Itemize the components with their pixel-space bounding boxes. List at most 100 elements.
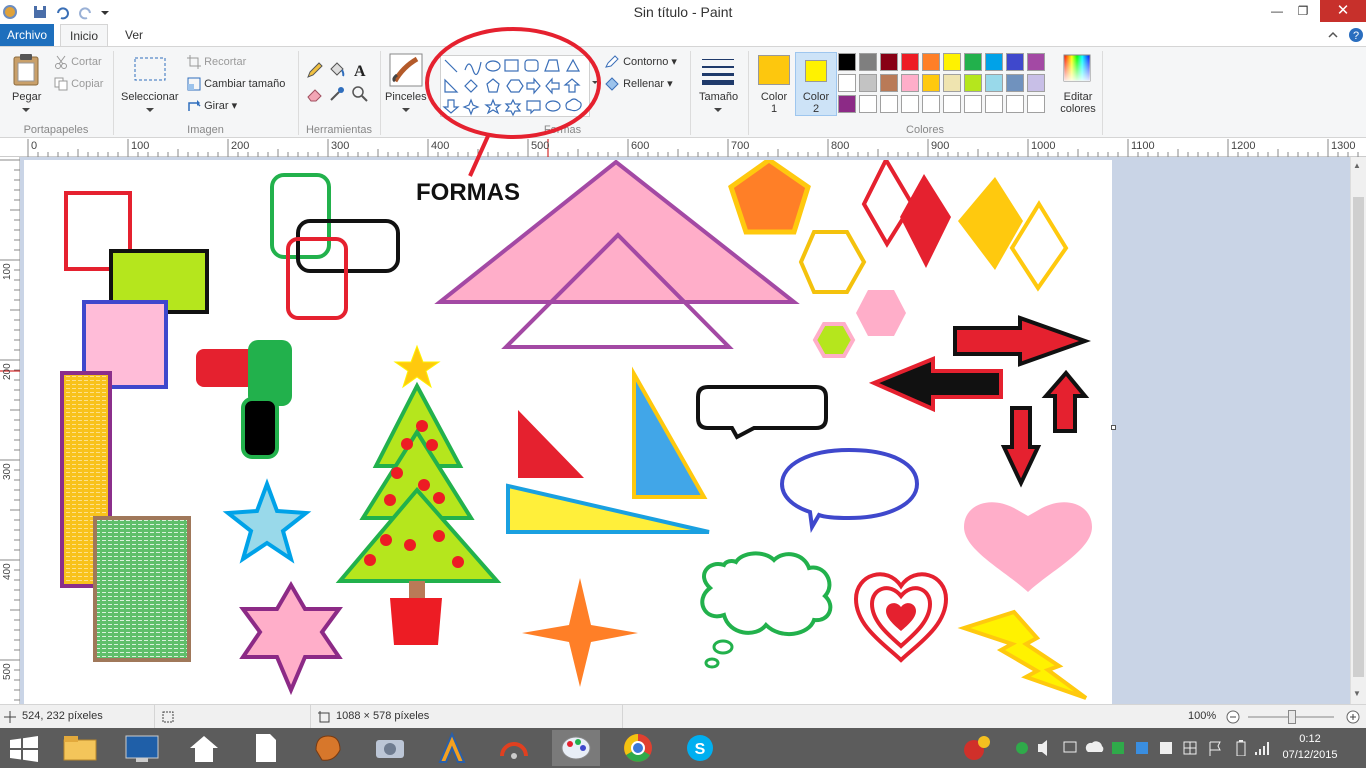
group-divider [1102, 51, 1103, 135]
rectangle-shape-icon [504, 59, 519, 72]
maximize-button[interactable]: ❐ [1288, 0, 1318, 22]
rotate-button[interactable]: Girar ▾ [187, 99, 237, 113]
zoom-out-icon[interactable] [1225, 709, 1241, 725]
paint-taskbar-icon[interactable] [552, 730, 600, 766]
palette-swatch[interactable] [922, 53, 940, 71]
cloud-callout-shape-icon [565, 98, 582, 112]
cut-button[interactable]: Cortar [54, 55, 102, 69]
select-button[interactable]: Seleccionar [121, 91, 178, 103]
lenovo-app-icon[interactable] [118, 730, 166, 766]
notification-alert-icon[interactable] [960, 734, 996, 762]
color2-button[interactable]: Color 2 [795, 52, 837, 116]
windows-start-icon[interactable] [10, 736, 38, 762]
zoom-in-icon[interactable] [1345, 709, 1361, 725]
black-left-arrow [868, 356, 1003, 413]
shapes-more-icon[interactable] [591, 77, 599, 89]
brushes-button[interactable]: Pinceles [385, 91, 427, 103]
color1-button[interactable]: Color 1 [755, 53, 793, 115]
palette-swatch[interactable] [859, 53, 877, 71]
edit-colors-button[interactable]: Editar colores [1058, 91, 1098, 115]
black-rounded-block [241, 397, 279, 459]
scroll-up-icon[interactable]: ▲ [1353, 161, 1361, 170]
close-button[interactable]: ✕ [1320, 0, 1366, 22]
palette-swatch[interactable] [985, 74, 1003, 92]
skype-icon[interactable]: S [676, 730, 724, 766]
left-arrow-shape-icon [545, 77, 560, 95]
palette-swatch[interactable] [1006, 74, 1024, 92]
copy-button[interactable]: Copiar [54, 77, 103, 91]
eraser-icon[interactable] [306, 85, 324, 103]
canvas-resize-handle[interactable] [1111, 425, 1116, 430]
ruler-tick-label: 1200 [1231, 140, 1256, 152]
palette-swatch[interactable] [901, 53, 919, 71]
palette-swatch[interactable] [838, 74, 856, 92]
palette-swatch[interactable] [880, 95, 898, 113]
baseball-glove-icon[interactable] [304, 730, 352, 766]
palette-swatch[interactable] [943, 95, 961, 113]
palette-swatch[interactable] [1027, 74, 1045, 92]
palette-swatch[interactable] [901, 95, 919, 113]
red-heart-inner [886, 603, 916, 631]
clock-date[interactable]: 07/12/2015 [1280, 749, 1340, 761]
battery-icon[interactable] [1236, 740, 1246, 756]
system-tray-icons[interactable] [1012, 738, 1242, 758]
tab-archivo[interactable]: Archivo [0, 24, 54, 46]
color-picker-icon[interactable] [328, 85, 346, 103]
six-point-star-shape-icon [504, 98, 522, 117]
palette-swatch[interactable] [1006, 95, 1024, 113]
magnifier-icon[interactable] [351, 85, 369, 103]
text-tool-icon[interactable]: A [351, 61, 369, 79]
document-icon[interactable] [242, 730, 290, 766]
tab-ver[interactable]: Ver [116, 24, 152, 46]
shapes-gallery[interactable] [440, 55, 590, 117]
media-app-icon[interactable] [490, 730, 538, 766]
resize-button[interactable]: Cambiar tamaño [187, 77, 285, 91]
palette-swatch[interactable] [859, 74, 877, 92]
size-button[interactable]: Tamaño [699, 91, 738, 103]
scroll-down-icon[interactable]: ▼ [1353, 689, 1361, 698]
palette-swatch[interactable] [1006, 53, 1024, 71]
red-up-arrow [1041, 369, 1090, 433]
file-explorer-icon[interactable] [56, 730, 104, 766]
palette-swatch[interactable] [985, 95, 1003, 113]
outline-button[interactable]: Contorno ▾ [604, 55, 677, 69]
palette-swatch[interactable] [859, 95, 877, 113]
palette-swatch[interactable] [1027, 95, 1045, 113]
palette-swatch[interactable] [964, 53, 982, 71]
red-rounded-block [196, 349, 256, 387]
tab-inicio[interactable]: Inicio [60, 24, 108, 46]
paste-button[interactable]: Pegar [12, 91, 41, 103]
wifi-signal-icon[interactable] [1254, 740, 1270, 756]
avast-icon[interactable] [428, 730, 476, 766]
palette-swatch[interactable] [880, 53, 898, 71]
fill-button[interactable]: Rellenar ▾ [604, 77, 673, 91]
chrome-icon[interactable] [614, 730, 662, 766]
camera-icon[interactable] [366, 730, 414, 766]
chevron-down-icon [146, 108, 154, 112]
vertical-scrollbar[interactable]: ▲ ▼ [1350, 157, 1366, 704]
drawing-canvas[interactable]: FORMAS [24, 155, 1112, 704]
scrollbar-thumb[interactable] [1353, 197, 1364, 677]
ruler-tick-label: 100 [131, 140, 150, 152]
cursor-position: 524, 232 píxeles [22, 710, 103, 722]
pencil-icon[interactable] [306, 61, 324, 79]
palette-swatch[interactable] [838, 95, 856, 113]
palette-swatch[interactable] [1027, 53, 1045, 71]
help-icon[interactable]: ? [1348, 27, 1364, 43]
collapse-ribbon-icon[interactable] [1326, 28, 1340, 42]
palette-swatch[interactable] [985, 53, 1003, 71]
palette-swatch[interactable] [922, 95, 940, 113]
clock-time[interactable]: 0:12 [1288, 733, 1332, 745]
palette-swatch[interactable] [964, 95, 982, 113]
fill-bucket-icon[interactable] [328, 61, 346, 79]
palette-swatch[interactable] [964, 74, 982, 92]
zoom-slider-thumb[interactable] [1288, 710, 1296, 724]
palette-swatch[interactable] [901, 74, 919, 92]
crop-button[interactable]: Recortar [187, 55, 246, 69]
palette-swatch[interactable] [838, 53, 856, 71]
palette-swatch[interactable] [880, 74, 898, 92]
home-icon[interactable] [180, 730, 228, 766]
palette-swatch[interactable] [922, 74, 940, 92]
palette-swatch[interactable] [943, 53, 961, 71]
palette-swatch[interactable] [943, 74, 961, 92]
